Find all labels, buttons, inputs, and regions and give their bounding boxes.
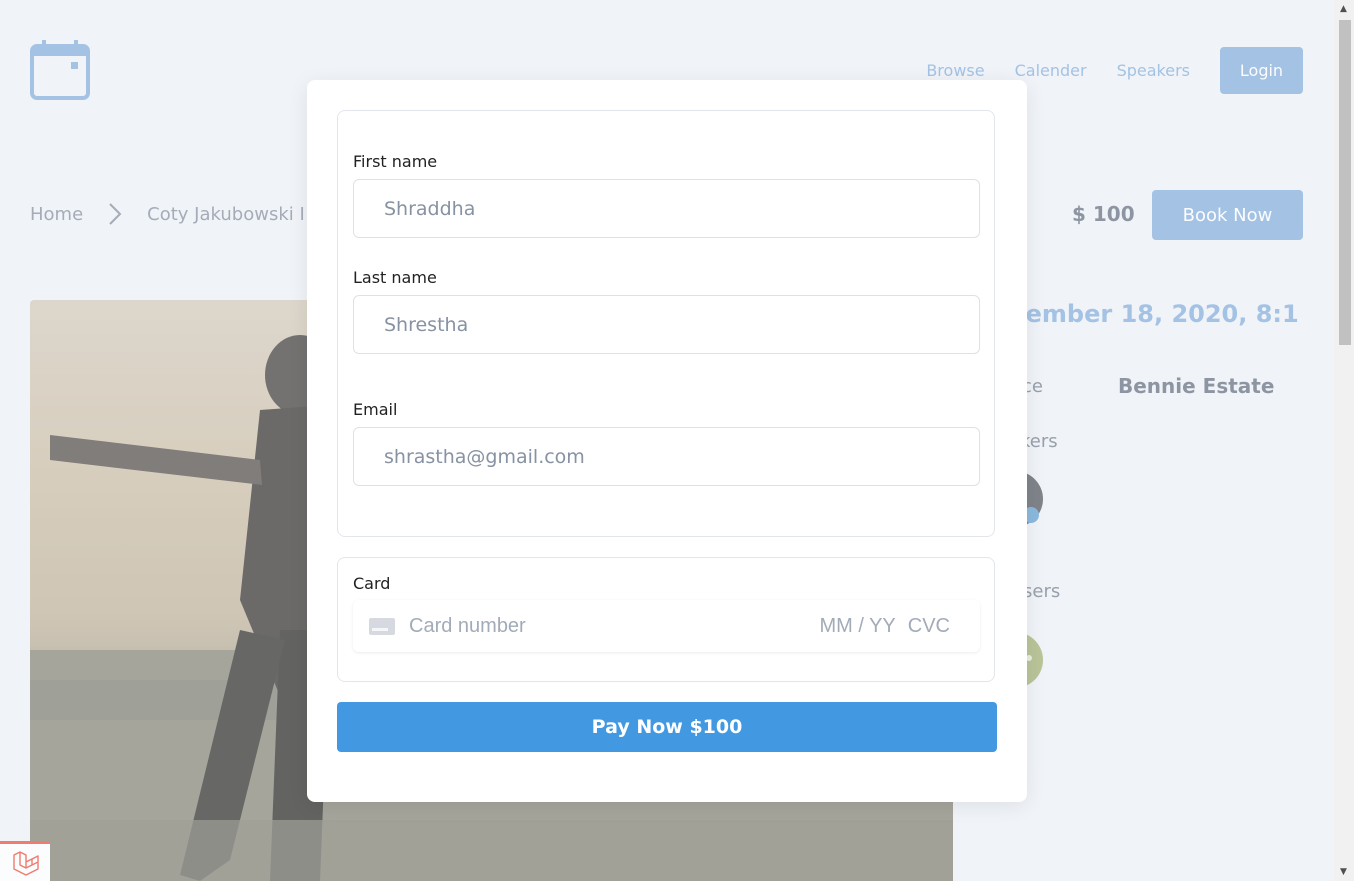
card-label: Card (353, 574, 391, 593)
email-input[interactable] (353, 427, 980, 486)
scroll-thumb[interactable] (1339, 20, 1351, 345)
card-expiry-placeholder: MM / YY (819, 614, 896, 637)
card-cvc-placeholder: CVC (907, 614, 950, 637)
credit-card-icon (369, 617, 395, 635)
page-scrollbar[interactable]: ▲ ▼ (1334, 0, 1354, 881)
card-input[interactable]: Card number MM / YY CVC (353, 600, 980, 652)
first-name-input[interactable] (353, 179, 980, 238)
last-name-label: Last name (353, 268, 437, 287)
last-name-input[interactable] (353, 295, 980, 354)
card-number-placeholder: Card number (409, 614, 526, 637)
scroll-up-arrow[interactable]: ▲ (1340, 4, 1347, 14)
card-panel: Card Card number MM / YY CVC (337, 557, 995, 682)
customer-info-panel: First name Last name Email (337, 110, 995, 537)
scroll-down-arrow[interactable]: ▼ (1340, 867, 1347, 877)
pay-now-button[interactable]: Pay Now $100 (337, 702, 997, 752)
payment-modal: First name Last name Email Card Card num… (307, 80, 1027, 802)
first-name-label: First name (353, 152, 438, 171)
email-label: Email (353, 400, 398, 419)
